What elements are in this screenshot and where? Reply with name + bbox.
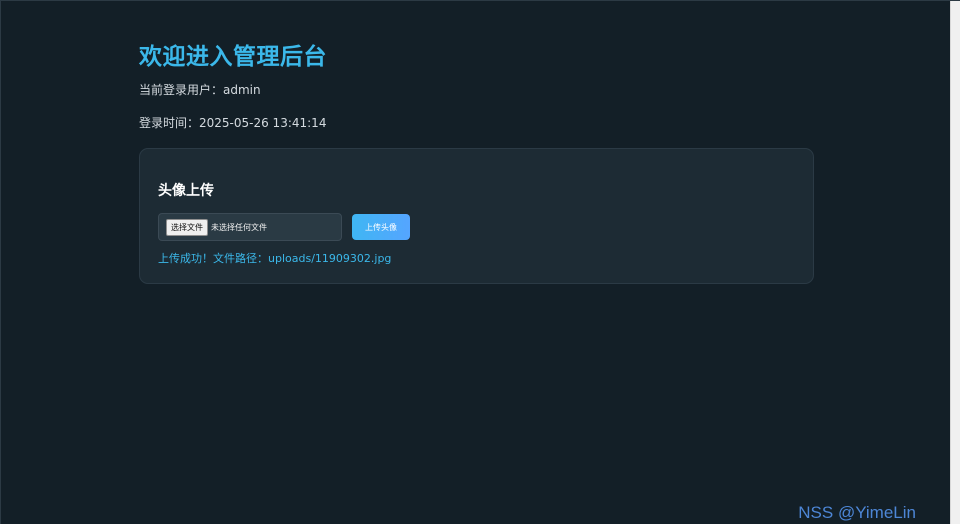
choose-file-button[interactable]: 选择文件 <box>166 218 208 236</box>
card-title: 头像上传 <box>158 183 214 199</box>
file-input[interactable]: 选择文件 未选择任何文件 <box>158 213 342 241</box>
main-content: 欢迎进入管理后台 当前登录用户：admin 登录时间：2025-05-26 13… <box>139 39 814 284</box>
upload-result-message: 上传成功！文件路径：uploads/11909302.jpg <box>158 252 392 265</box>
vertical-scrollbar[interactable] <box>950 1 960 524</box>
current-user-text: 当前登录用户：admin <box>139 83 261 97</box>
watermark-text: NSS @YimeLin <box>798 503 916 522</box>
page-title: 欢迎进入管理后台 <box>139 44 327 70</box>
file-status-text: 未选择任何文件 <box>211 222 267 232</box>
admin-page: 欢迎进入管理后台 当前登录用户：admin 登录时间：2025-05-26 13… <box>0 0 960 524</box>
login-time-text: 登录时间：2025-05-26 13:41:14 <box>139 116 327 130</box>
upload-avatar-button[interactable]: 上传头像 <box>352 214 410 240</box>
avatar-upload-card: 头像上传 选择文件 未选择任何文件 上传头像 上传成功！文件路径：uploads… <box>139 148 814 284</box>
